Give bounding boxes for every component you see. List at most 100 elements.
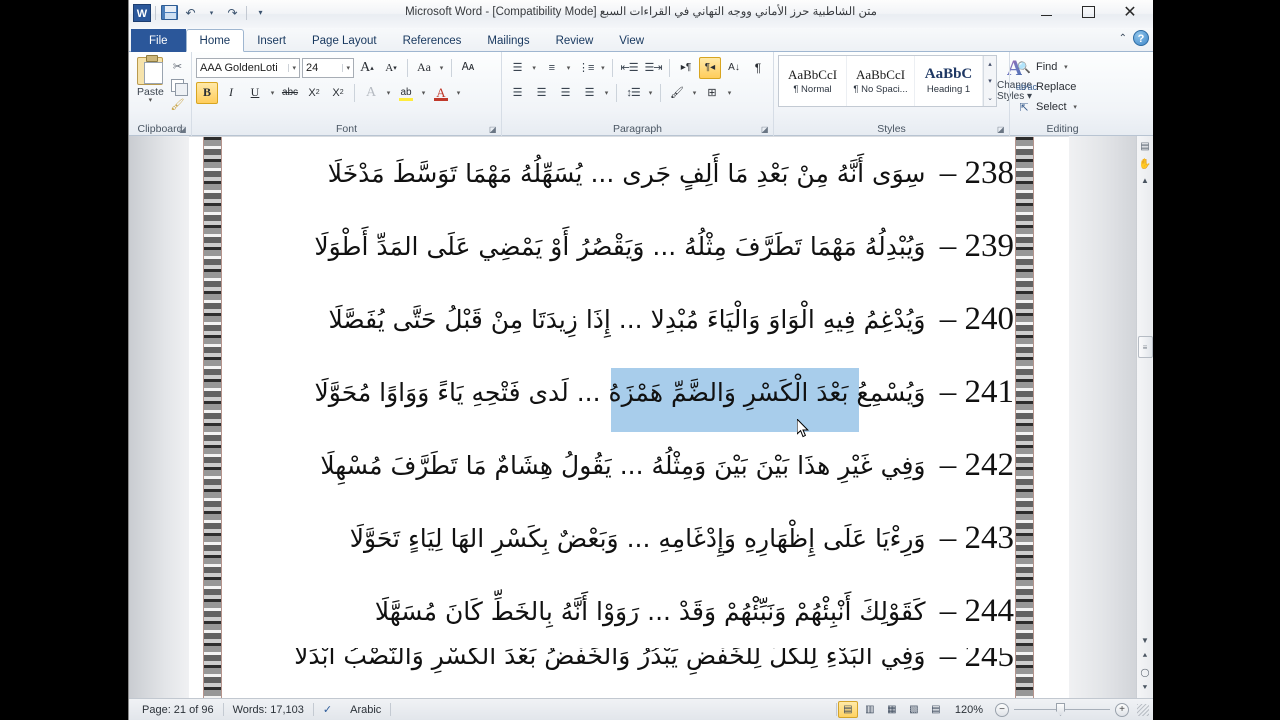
collapse-ribbon-icon[interactable]: ⌃ <box>1119 33 1127 44</box>
find-button[interactable]: 🔍 Find ▾ <box>1014 57 1111 77</box>
chevron-down-icon[interactable]: ▾ <box>599 64 607 72</box>
chevron-down-icon[interactable]: ▾ <box>1061 63 1070 71</box>
style-heading-1[interactable]: AaBbC Heading 1 <box>915 56 983 106</box>
page-status[interactable]: Page: 21 of 96 <box>133 701 223 719</box>
tab-references[interactable]: References <box>390 29 475 52</box>
previous-page-icon[interactable]: ⯅ <box>1138 648 1153 664</box>
decrease-indent-button[interactable]: ⇤☰ <box>618 57 640 79</box>
styles-dialog-launcher[interactable]: ◪ <box>997 125 1006 134</box>
bold-button[interactable]: B <box>196 81 218 104</box>
multilevel-list-button[interactable]: ⋮≡ <box>575 57 597 79</box>
language-status[interactable]: Arabic <box>341 701 390 719</box>
chevron-down-icon[interactable]: ▾ <box>268 89 277 97</box>
more-styles-icon[interactable]: ⌄ <box>984 89 996 106</box>
scroll-down-icon[interactable]: ▾ <box>984 73 996 90</box>
chevron-down-icon[interactable]: ▾ <box>384 89 393 97</box>
chevron-down-icon[interactable]: ▾ <box>646 89 655 97</box>
chevron-down-icon[interactable]: ▾ <box>690 89 699 97</box>
tab-file[interactable]: File <box>131 29 186 52</box>
show-formatting-marks-button[interactable]: ¶ <box>747 57 769 79</box>
scrollbar-thumb[interactable]: ≡ <box>1137 336 1153 358</box>
tab-view[interactable]: View <box>606 29 657 52</box>
strikethrough-button[interactable]: abc <box>279 82 301 104</box>
align-left-button[interactable]: ☰ <box>506 82 528 104</box>
verse-line[interactable]: 238 – سِوَى أَنَّهُ مِنْ بَعْدِ مَا أَلِ… <box>222 137 1014 210</box>
grow-font-button[interactable]: A ▴ <box>356 57 378 79</box>
format-painter-icon[interactable]: 🖌 <box>169 96 185 112</box>
scrollbar-track[interactable]: ≡ <box>1137 188 1153 632</box>
verse-line-selected[interactable]: 241 – وَيُسْمِعُ بَعْدَ الْكَسْرِ وَالضَ… <box>222 356 1014 429</box>
close-button[interactable]: ✕ <box>1109 0 1151 24</box>
verse-line-partial[interactable]: 245 – وَفِي الْبَدْءِ لِلْكُلِّ لِلْخَفْ… <box>222 648 1014 688</box>
borders-button[interactable]: ⊞ <box>701 82 723 104</box>
spell-check-icon[interactable]: ✓ <box>314 701 341 719</box>
view-outline-button[interactable]: ▧ <box>904 701 924 718</box>
view-draft-button[interactable]: ▤ <box>926 701 946 718</box>
vertical-scrollbar[interactable]: ▤ ✋ ▲ ≡ ▼ ⯅ ◯ ⯆ <box>1136 136 1153 698</box>
tab-home[interactable]: Home <box>185 29 245 52</box>
replace-button[interactable]: ab⁄ac Replace <box>1014 77 1111 97</box>
paragraph-dialog-launcher[interactable]: ◪ <box>761 125 770 134</box>
scroll-up-icon[interactable]: ▲ <box>1138 172 1153 188</box>
underline-button[interactable]: U <box>244 82 266 104</box>
help-icon[interactable]: ? <box>1133 30 1149 46</box>
select-button[interactable]: ⇱ Select ▾ <box>1014 97 1111 117</box>
view-print-layout-button[interactable]: ▤ <box>837 701 858 718</box>
zoom-track[interactable] <box>1014 703 1110 716</box>
shading-button[interactable]: 🖌 <box>666 82 688 104</box>
zoom-out-button[interactable]: − <box>995 702 1009 717</box>
bullets-button[interactable]: ☰ <box>506 57 528 79</box>
chevron-down-icon[interactable]: ▾ <box>1071 103 1080 111</box>
chevron-down-icon[interactable]: ▾ <box>288 63 296 72</box>
document-page[interactable]: 238 – سِوَى أَنَّهُ مِنْ بَعْدِ مَا أَلِ… <box>189 136 1069 698</box>
ltr-text-direction-button[interactable]: ▸¶ <box>675 57 697 79</box>
cut-icon[interactable]: ✂ <box>169 58 185 74</box>
line-spacing-button[interactable]: ↕☰ <box>622 82 644 104</box>
maximize-button[interactable] <box>1067 0 1109 24</box>
clipboard-dialog-launcher[interactable]: ◪ <box>179 125 188 134</box>
chevron-down-icon[interactable]: ▾ <box>437 64 446 72</box>
zoom-level[interactable]: 120% <box>947 704 991 716</box>
chevron-down-icon[interactable]: ▾ <box>454 89 463 97</box>
verse-line[interactable]: 240 – وَيُدْغِمُ فِيهِ الْوَاوَ وَالْيَا… <box>222 283 1014 356</box>
chevron-down-icon[interactable]: ▾ <box>149 97 153 104</box>
superscript-button[interactable]: X2 <box>327 82 349 104</box>
font-name-combobox[interactable]: AAA GoldenLoti ▾ <box>196 57 300 78</box>
tab-insert[interactable]: Insert <box>244 29 299 52</box>
font-color-button[interactable]: A <box>430 82 452 104</box>
chevron-down-icon[interactable]: ▾ <box>419 89 428 97</box>
text-effects-button[interactable]: A <box>360 82 382 104</box>
view-full-screen-reading-button[interactable]: ▥ <box>860 701 880 718</box>
align-right-button[interactable]: ☰ <box>554 82 576 104</box>
align-center-button[interactable]: ☰ <box>530 82 552 104</box>
tab-mailings[interactable]: Mailings <box>474 29 542 52</box>
chevron-down-icon[interactable]: ▾ <box>602 89 611 97</box>
resize-grip[interactable] <box>1137 703 1149 716</box>
verse-line[interactable]: 244 – كَقَوْلِكَ أَنْبِئْهُمْ وَنَبِّئْه… <box>222 575 1014 648</box>
chevron-down-icon[interactable]: ▾ <box>342 63 350 72</box>
verse-line[interactable]: 239 – وَيُبْدِلُهُ مَهْمَا تَطَرَّفَ مِث… <box>222 210 1014 283</box>
font-size-combobox[interactable]: 24 ▾ <box>302 57 354 78</box>
increase-indent-button[interactable]: ☰⇥ <box>642 57 664 79</box>
view-web-layout-button[interactable]: ▦ <box>882 701 902 718</box>
minimize-button[interactable] <box>1025 0 1067 24</box>
word-count-status[interactable]: Words: 17,103 <box>224 701 313 719</box>
verse-line[interactable]: 242 – وَفِي غَيْرِ هذَا بَيْنَ بَيْنَ وَ… <box>222 429 1014 502</box>
next-page-icon[interactable]: ⯆ <box>1138 680 1153 696</box>
scroll-down-icon[interactable]: ▼ <box>1138 632 1153 648</box>
chevron-down-icon[interactable]: ▾ <box>725 89 734 97</box>
subscript-button[interactable]: X2 <box>303 82 325 104</box>
font-dialog-launcher[interactable]: ◪ <box>489 125 498 134</box>
split-view-icon[interactable]: ▤ <box>1138 138 1153 154</box>
numbering-button[interactable]: ≡ <box>540 57 562 79</box>
scroll-up-icon[interactable]: ▴ <box>984 56 996 73</box>
tab-review[interactable]: Review <box>543 29 607 52</box>
pan-hand-icon[interactable]: ✋ <box>1138 156 1153 172</box>
clear-formatting-icon[interactable]: 🗛 <box>457 57 479 79</box>
justify-button[interactable]: ☰ <box>578 82 600 104</box>
tab-page-layout[interactable]: Page Layout <box>299 29 390 52</box>
copy-icon[interactable] <box>169 77 188 96</box>
style-normal[interactable]: AaBbCcI ¶ Normal <box>779 56 847 106</box>
change-case-button[interactable]: Aa <box>413 57 435 79</box>
sort-button[interactable]: A↓ <box>723 57 745 79</box>
